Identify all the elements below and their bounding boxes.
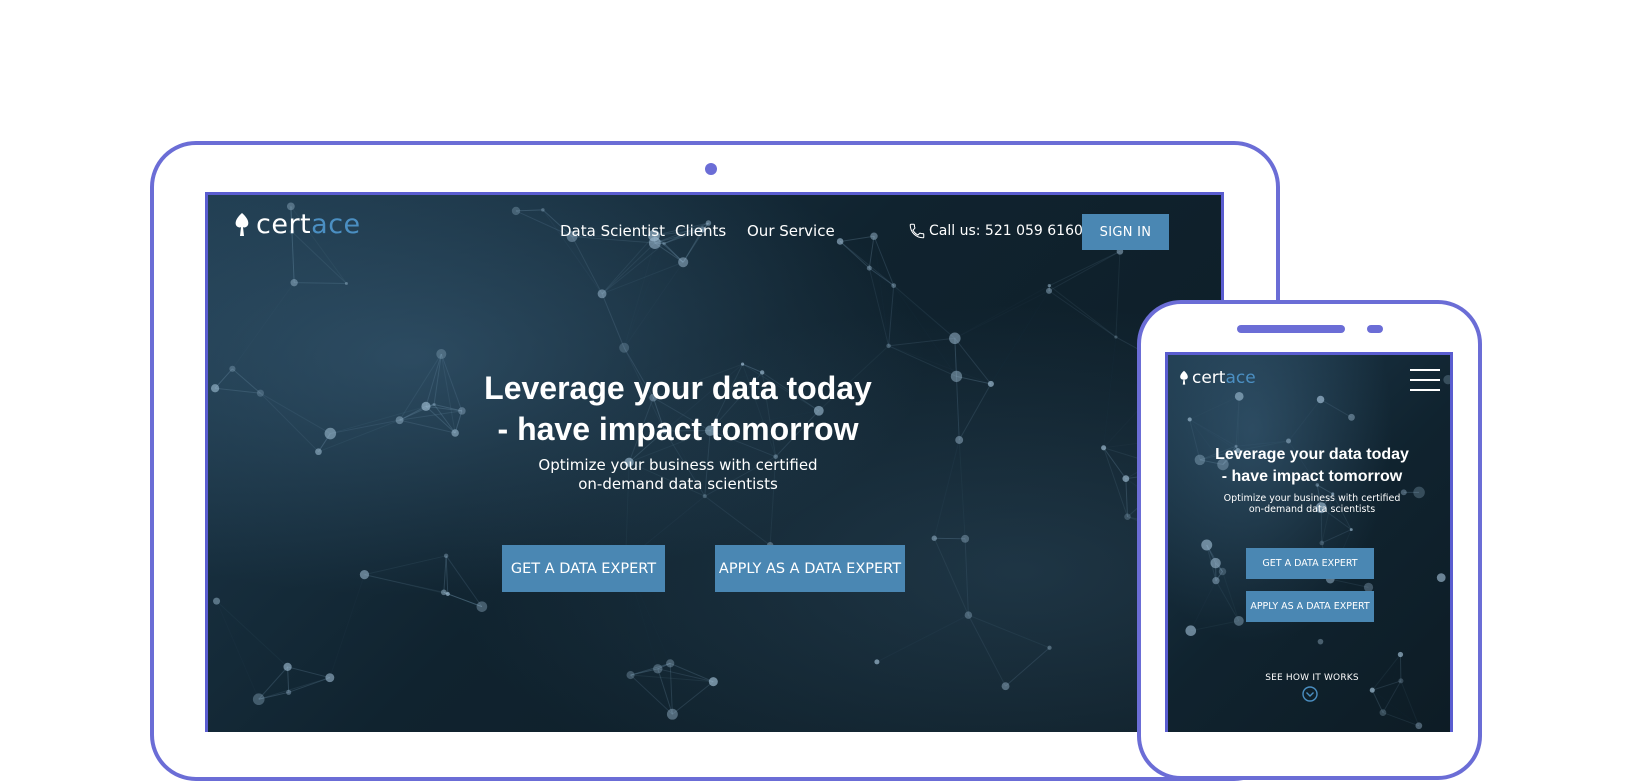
hero-subtitle-line2: on-demand data scientists [488, 475, 868, 494]
mobile-brand-logo[interactable]: certace [1178, 368, 1256, 388]
phone-label: Call us: 521 059 6160 [929, 223, 1083, 239]
sign-in-button[interactable]: SIGN IN [1082, 214, 1169, 250]
mobile-hero-title: Leverage your data today - have impact t… [1182, 444, 1442, 488]
mobile-logo-text-ace: ace [1225, 368, 1255, 388]
brand-logo[interactable]: certace [232, 209, 361, 240]
nav-our-service[interactable]: Our Service [747, 222, 835, 240]
hamburger-menu-icon[interactable] [1410, 369, 1440, 391]
phone-icon [908, 222, 926, 240]
hero-title: Leverage your data today - have impact t… [388, 368, 968, 450]
apply-data-expert-button[interactable]: APPLY AS A DATA EXPERT [715, 545, 905, 592]
hero-subtitle: Optimize your business with certified on… [488, 456, 868, 494]
get-data-expert-button[interactable]: GET A DATA EXPERT [502, 545, 665, 592]
mobile-logo-text-cert: cert [1192, 368, 1225, 388]
logo-text-ace: ace [311, 209, 361, 240]
mobile-hero-subtitle-line1: Optimize your business with certified [1202, 493, 1422, 504]
nav-clients[interactable]: Clients [675, 222, 726, 240]
mobile-hero-title-line1: Leverage your data today [1182, 444, 1442, 466]
nav-data-scientist[interactable]: Data Scientist [560, 222, 665, 240]
phone-speaker [1237, 325, 1345, 333]
spade-leaf-icon [232, 212, 252, 238]
phone-contact[interactable]: Call us: 521 059 6160 [908, 222, 1083, 240]
desktop-screen: certace Data Scientist Clients Our Servi… [205, 192, 1224, 732]
see-how-it-works-link[interactable]: SEE HOW IT WORKS [1222, 673, 1402, 683]
chevron-down-circle-icon[interactable] [1302, 686, 1318, 702]
phone-sensor [1367, 325, 1383, 333]
hero-subtitle-line1: Optimize your business with certified [488, 456, 868, 475]
mobile-get-data-expert-button[interactable]: GET A DATA EXPERT [1246, 548, 1374, 579]
hero-title-line2: - have impact tomorrow [388, 409, 968, 450]
mobile-apply-data-expert-button[interactable]: APPLY AS A DATA EXPERT [1246, 591, 1374, 622]
mobile-hero-subtitle: Optimize your business with certified on… [1202, 493, 1422, 515]
mobile-hero-subtitle-line2: on-demand data scientists [1202, 504, 1422, 515]
logo-text-cert: cert [256, 209, 311, 240]
mobile-hero-title-line2: - have impact tomorrow [1182, 466, 1442, 488]
laptop-camera [705, 163, 717, 175]
mobile-screen: certace Leverage your data today - have … [1165, 352, 1453, 732]
hero-title-line1: Leverage your data today [388, 368, 968, 409]
mobile-spade-leaf-icon [1178, 370, 1190, 386]
